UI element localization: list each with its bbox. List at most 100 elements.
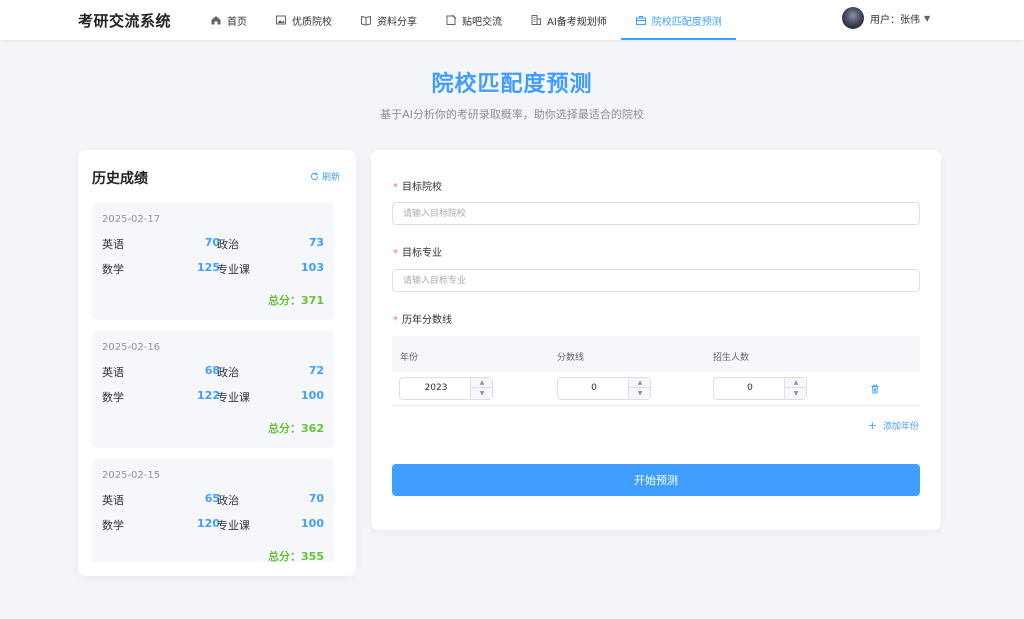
- nav-label: 优质院校: [292, 16, 332, 28]
- nav-label: 贴吧交流: [462, 16, 502, 28]
- scores-label-text: 历年分数线: [402, 315, 452, 326]
- subject-score: 68: [204, 364, 220, 377]
- required-mark: *: [393, 315, 398, 326]
- major-label-text: 目标专业: [402, 248, 442, 259]
- history-list[interactable]: 2025-02-17 英语 70 政治 73 数学 125 专业课 103 总分…: [92, 202, 334, 562]
- page-subtitle: 基于AI分析你的考研录取概率，助你选择最适合的院校: [380, 108, 644, 121]
- decrement-button[interactable]: ▼: [629, 388, 651, 398]
- stepper-buttons: ▲ ▼: [628, 378, 651, 399]
- picture-icon: [275, 14, 287, 26]
- plus-icon: +: [867, 419, 877, 432]
- page-title: 院校匹配度预测: [431, 72, 593, 97]
- nav-item-match-prediction[interactable]: 院校匹配度预测: [620, 0, 736, 40]
- subject-label: 专业课: [217, 263, 250, 276]
- subject-label: 政治: [217, 494, 239, 507]
- building-icon: [530, 14, 542, 26]
- subject-label: 英语: [102, 238, 124, 251]
- count-stepper[interactable]: 0 ▲ ▼: [713, 377, 807, 400]
- add-year-label: 添加年份: [882, 422, 919, 432]
- column-header-year: 年份: [400, 353, 419, 363]
- prediction-form: * 目标院校 * 目标专业 * 历年分数线 年份 分数线 招生人数 2023 ▲ ▼ …: [371, 150, 941, 530]
- main-nav: 首页 优质院校 资料分享 贴吧交流 AI备考规划师 院校匹配度预测: [196, 0, 736, 40]
- nav-label: 院校匹配度预测: [651, 16, 722, 28]
- stepper-buttons: ▲ ▼: [784, 378, 807, 399]
- user-label: 用户：张伟: [870, 14, 920, 26]
- increment-button[interactable]: ▲: [629, 378, 651, 388]
- subject-score: 70: [204, 236, 220, 249]
- subject-label: 数学: [102, 519, 124, 532]
- top-navbar: 考研交流系统 首页 优质院校 资料分享 贴吧交流 AI备考规划师 院校匹配度预测…: [0, 0, 1024, 40]
- subject-score: 122: [197, 389, 220, 402]
- year-stepper[interactable]: 2023 ▲ ▼: [399, 377, 493, 400]
- record-date: 2025-02-17: [102, 214, 161, 225]
- target-school-input[interactable]: [392, 202, 920, 225]
- year-value[interactable]: 2023: [400, 378, 472, 399]
- table-header: 年份 分数线 招生人数: [392, 336, 920, 372]
- briefcase-icon: [635, 14, 647, 26]
- subject-label: 数学: [102, 263, 124, 276]
- subject-score: 120: [197, 517, 220, 530]
- target-major-input[interactable]: [392, 269, 920, 292]
- history-record: 2025-02-15 英语 65 政治 70 数学 120 专业课 100 总分…: [92, 458, 334, 562]
- score-table: 年份 分数线 招生人数 2023 ▲ ▼ 0 ▲ ▼ 0 ▲ ▼: [392, 336, 920, 406]
- school-label: * 目标院校: [393, 178, 442, 193]
- chevron-down-icon: ▼: [924, 13, 931, 23]
- record-total: 总分：371: [268, 294, 324, 307]
- book-icon: [360, 14, 372, 26]
- record-date: 2025-02-15: [102, 470, 161, 481]
- trash-icon[interactable]: [870, 384, 880, 394]
- required-mark: *: [393, 248, 398, 259]
- subject-label: 英语: [102, 494, 124, 507]
- score-stepper[interactable]: 0 ▲ ▼: [557, 377, 651, 400]
- column-header-count: 招生人数: [713, 353, 750, 363]
- refresh-button[interactable]: 刷新: [310, 170, 340, 183]
- nav-item-home[interactable]: 首页: [196, 0, 261, 40]
- start-prediction-button[interactable]: 开始预测: [392, 464, 920, 496]
- decrement-button[interactable]: ▼: [471, 388, 493, 398]
- nav-label: AI备考规划师: [547, 16, 607, 28]
- column-header-score: 分数线: [557, 353, 585, 363]
- subject-label: 英语: [102, 366, 124, 379]
- stepper-buttons: ▲ ▼: [470, 378, 493, 399]
- decrement-button[interactable]: ▼: [785, 388, 807, 398]
- subject-label: 专业课: [217, 391, 250, 404]
- subject-score: 73: [308, 236, 324, 249]
- home-icon: [210, 14, 222, 26]
- table-row: 2023 ▲ ▼ 0 ▲ ▼ 0 ▲ ▼: [392, 372, 920, 406]
- record-date: 2025-02-16: [102, 342, 161, 353]
- subject-score: 125: [197, 261, 220, 274]
- record-total: 总分：362: [268, 422, 324, 435]
- subject-score: 72: [308, 364, 324, 377]
- required-mark: *: [393, 182, 398, 193]
- history-record: 2025-02-17 英语 70 政治 73 数学 125 专业课 103 总分…: [92, 202, 334, 320]
- subject-label: 政治: [217, 366, 239, 379]
- subject-score: 103: [301, 261, 324, 274]
- increment-button[interactable]: ▲: [785, 378, 807, 388]
- increment-button[interactable]: ▲: [471, 378, 493, 388]
- nav-item-materials[interactable]: 资料分享: [346, 0, 431, 40]
- nav-label: 资料分享: [377, 16, 417, 28]
- history-title: 历史成绩: [92, 171, 148, 187]
- nav-item-schools[interactable]: 优质院校: [261, 0, 346, 40]
- add-year-button[interactable]: + 添加年份: [868, 419, 919, 432]
- count-value[interactable]: 0: [714, 378, 786, 399]
- subject-label: 数学: [102, 391, 124, 404]
- nav-item-ai-planner[interactable]: AI备考规划师: [516, 0, 621, 40]
- nav-label: 首页: [227, 16, 247, 28]
- user-menu[interactable]: 用户：张伟 ▼: [842, 7, 930, 29]
- avatar[interactable]: [842, 7, 864, 29]
- brand-title[interactable]: 考研交流系统: [78, 10, 171, 31]
- nav-item-forum[interactable]: 贴吧交流: [431, 0, 516, 40]
- school-label-text: 目标院校: [402, 182, 442, 193]
- history-record: 2025-02-16 英语 68 政治 72 数学 122 专业课 100 总分…: [92, 330, 334, 448]
- history-card: 历史成绩 刷新 2025-02-17 英语 70 政治 73 数学 125 专业…: [78, 150, 356, 576]
- subject-label: 政治: [217, 238, 239, 251]
- major-label: * 目标专业: [393, 244, 442, 259]
- note-icon: [445, 14, 457, 26]
- record-total: 总分：355: [268, 550, 324, 562]
- scores-label: * 历年分数线: [393, 311, 452, 326]
- score-value[interactable]: 0: [558, 378, 630, 399]
- subject-label: 专业课: [217, 519, 250, 532]
- subject-score: 100: [301, 517, 324, 530]
- subject-score: 65: [204, 492, 220, 505]
